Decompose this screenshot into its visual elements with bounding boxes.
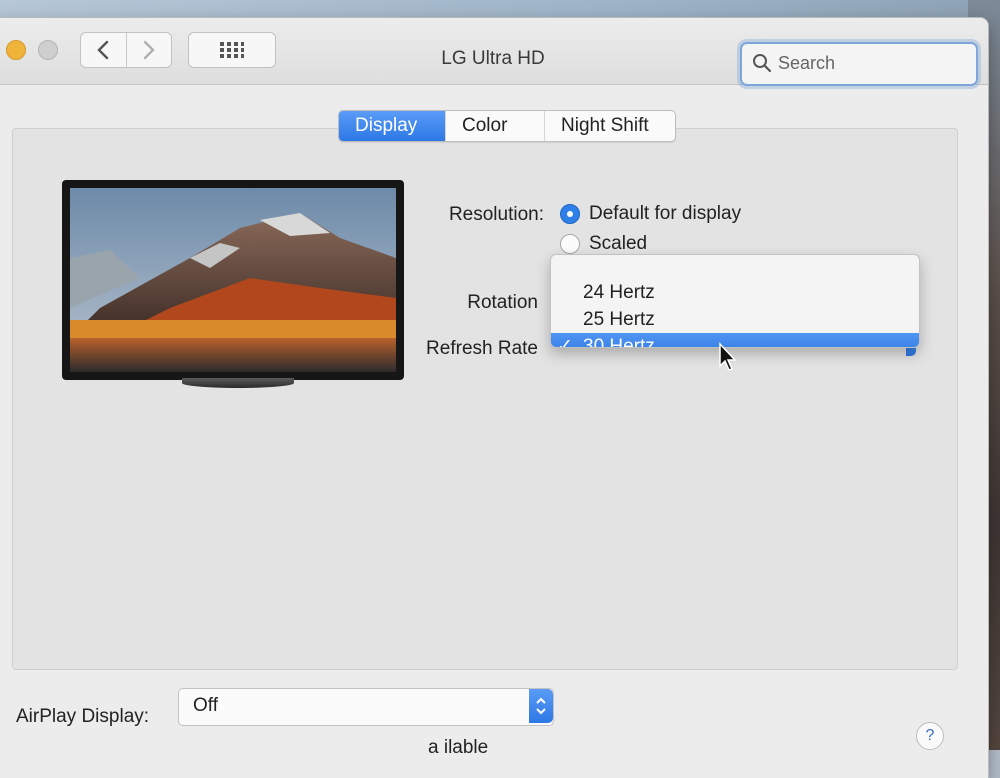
help-button[interactable]: ?	[916, 722, 944, 750]
grid-icon	[220, 42, 244, 58]
rotation-label: Rotation	[467, 292, 538, 313]
radio-default-for-display[interactable]	[560, 204, 580, 224]
select-arrows-icon	[529, 689, 553, 723]
menu-item-label: 30 Hertz	[583, 336, 655, 348]
title-bar: LG Ultra HD Search	[0, 18, 988, 86]
tab-color[interactable]: Color	[445, 111, 544, 141]
tab-bar: Display Color Night Shift	[338, 110, 676, 142]
search-icon	[753, 54, 772, 73]
radio-default-label: Default for display	[589, 203, 742, 224]
resolution-label: Resolution:	[448, 204, 544, 225]
refresh-rate-label: Refresh Rate	[426, 338, 538, 359]
chevron-right-icon	[143, 40, 155, 60]
chevron-left-icon	[97, 40, 109, 60]
show-all-button[interactable]	[188, 32, 276, 68]
zoom-button[interactable]	[38, 40, 58, 60]
airplay-display-select[interactable]: Off	[178, 688, 554, 726]
menu-item-label: 24 Hertz	[583, 282, 655, 303]
minimize-button[interactable]	[6, 40, 26, 60]
airplay-selected-value: Off	[193, 695, 218, 716]
search-field[interactable]: Search	[740, 42, 978, 86]
forward-button[interactable]	[125, 33, 172, 67]
refresh-rate-menu: 24 Hertz 25 Hertz ✓ 30 Hertz	[550, 254, 920, 348]
mirroring-options-text: a ilable	[428, 737, 489, 758]
tab-display[interactable]: Display	[339, 111, 445, 141]
back-button[interactable]	[81, 33, 126, 67]
display-preview-image	[62, 180, 404, 380]
airplay-display-label: AirPlay Display:	[16, 706, 150, 727]
window-title: LG Ultra HD	[441, 48, 545, 69]
menu-item-label: 25 Hertz	[583, 309, 655, 330]
monitor-stand	[182, 378, 294, 388]
radio-scaled-label: Scaled	[589, 233, 648, 254]
menu-item-24-hertz[interactable]: 24 Hertz	[551, 279, 919, 306]
search-placeholder: Search	[778, 53, 836, 73]
tab-night-shift[interactable]: Night Shift	[544, 111, 675, 141]
radio-scaled[interactable]	[560, 234, 580, 254]
checkmark-icon: ✓	[557, 336, 573, 348]
mouse-pointer-icon	[719, 342, 737, 371]
mountain-wallpaper	[70, 188, 396, 372]
navigation-buttons	[80, 32, 172, 68]
menu-item-25-hertz[interactable]: 25 Hertz	[551, 306, 919, 333]
